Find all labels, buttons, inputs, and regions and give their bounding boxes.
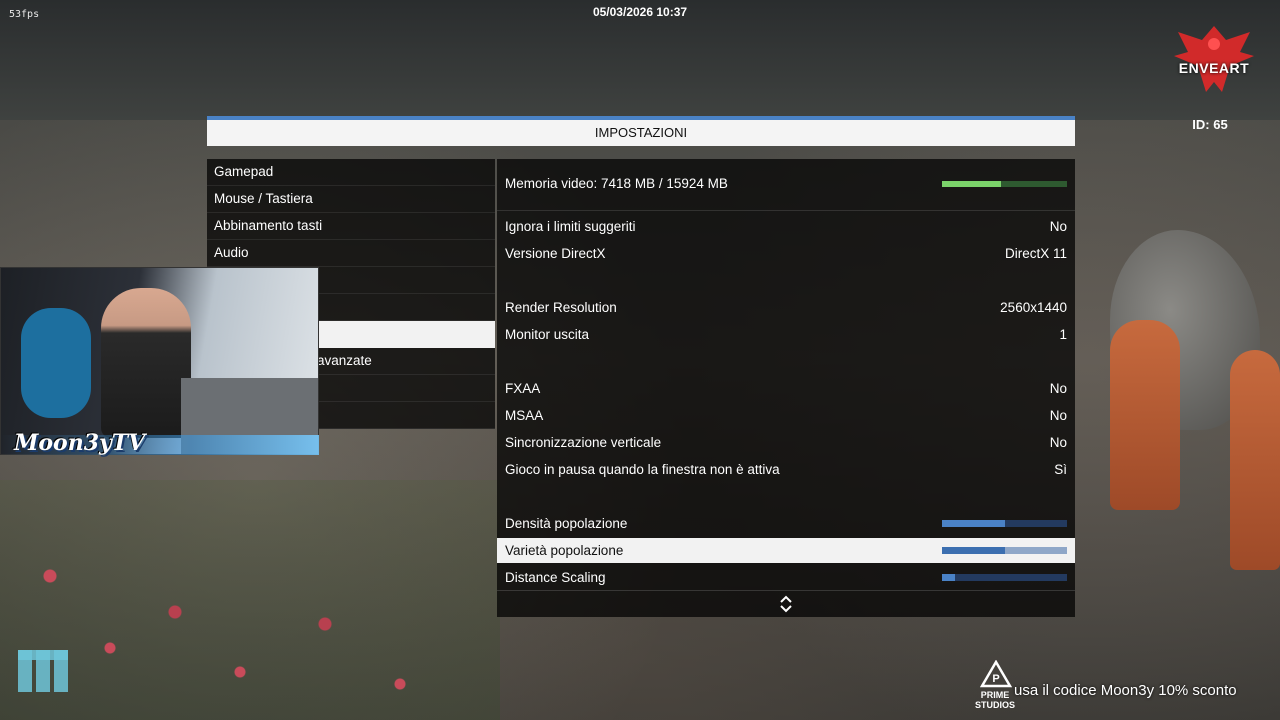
prime-logo-icon: P: [980, 660, 1012, 688]
option-value: No: [1049, 408, 1067, 423]
video-memory-row: Memoria video: 7418 MB / 15924 MB: [497, 159, 1075, 211]
option-label: Gioco in pausa quando la finestra non è …: [505, 462, 780, 477]
option-value: DirectX 11: [1004, 246, 1067, 261]
option-value: 1: [1059, 327, 1067, 342]
option-value: No: [1049, 435, 1067, 450]
option-value: Sì: [1054, 462, 1067, 477]
slider-distance-scaling[interactable]: Distance Scaling: [497, 565, 1075, 590]
category-mouse-keyboard[interactable]: Mouse / Tastiera: [207, 186, 495, 213]
option-label: Render Resolution: [505, 300, 617, 315]
m-logo-icon: [18, 650, 68, 692]
video-memory-bar: [942, 181, 1067, 187]
category-gamepad[interactable]: Gamepad: [207, 159, 495, 186]
slider-label: Densità popolazione: [505, 516, 628, 531]
fps-counter: 53fps: [9, 9, 40, 20]
slider-track[interactable]: [942, 547, 1067, 554]
category-audio[interactable]: Audio: [207, 240, 495, 267]
scroll-indicator[interactable]: [497, 590, 1075, 617]
option-value: No: [1049, 381, 1067, 396]
streamer: [101, 288, 191, 438]
slider-fill: [942, 547, 1005, 554]
option-label: FXAA: [505, 381, 541, 396]
video-memory-fill: [942, 181, 1001, 187]
option-vsync[interactable]: Sincronizzazione verticale No: [497, 430, 1075, 455]
sponsor-name: PRIME STUDIOS: [974, 690, 1015, 710]
slider-population-variety[interactable]: Varietà popolazione: [497, 538, 1075, 563]
brand-name: ENVEART: [1178, 60, 1250, 76]
gaming-chair: [21, 308, 91, 418]
slider-track[interactable]: [942, 520, 1067, 527]
option-label: Versione DirectX: [505, 246, 606, 261]
date-time: 05/03/2026 10:37: [592, 5, 688, 19]
slider-label: Distance Scaling: [505, 570, 606, 585]
streamer-name: Moon3yTV: [14, 430, 146, 456]
npc-character: [1110, 320, 1180, 510]
settings-options-panel: Memoria video: 7418 MB / 15924 MB Ignora…: [497, 159, 1075, 617]
video-memory-label: Memoria video: 7418 MB / 15924 MB: [505, 176, 728, 191]
npc-character: [1230, 350, 1280, 570]
slider-track[interactable]: [942, 574, 1067, 581]
option-directx-version[interactable]: Versione DirectX DirectX 11: [497, 241, 1075, 266]
settings-title: IMPOSTAZIONI: [207, 120, 1075, 146]
slider-label: Varietà popolazione: [505, 543, 624, 558]
option-label: Ignora i limiti suggeriti: [505, 219, 636, 234]
option-render-resolution[interactable]: Render Resolution 2560x1440: [497, 295, 1075, 320]
up-down-chevron-icon: [780, 595, 792, 613]
option-fxaa[interactable]: FXAA No: [497, 376, 1075, 401]
option-ignore-limits[interactable]: Ignora i limiti suggeriti No: [497, 214, 1075, 239]
slider-fill: [942, 520, 1005, 527]
option-pause-on-focus-loss[interactable]: Gioco in pausa quando la finestra non è …: [497, 457, 1075, 482]
promo-ticker: usa il codice Moon3y 10% sconto: [1014, 682, 1237, 699]
option-label: Sincronizzazione verticale: [505, 435, 662, 450]
webcam-overlay: [0, 267, 319, 455]
option-label: MSAA: [505, 408, 544, 423]
slider-population-density[interactable]: Densità popolazione: [497, 511, 1075, 536]
option-label: Monitor uscita: [505, 327, 590, 342]
slider-fill: [942, 574, 955, 581]
category-key-bindings[interactable]: Abbinamento tasti: [207, 213, 495, 240]
svg-text:P: P: [992, 673, 999, 685]
option-value: No: [1049, 219, 1067, 234]
option-value: 2560x1440: [1000, 300, 1067, 315]
option-output-monitor[interactable]: Monitor uscita 1: [497, 322, 1075, 347]
option-msaa[interactable]: MSAA No: [497, 403, 1075, 428]
player-id: ID: 65: [1192, 117, 1228, 132]
